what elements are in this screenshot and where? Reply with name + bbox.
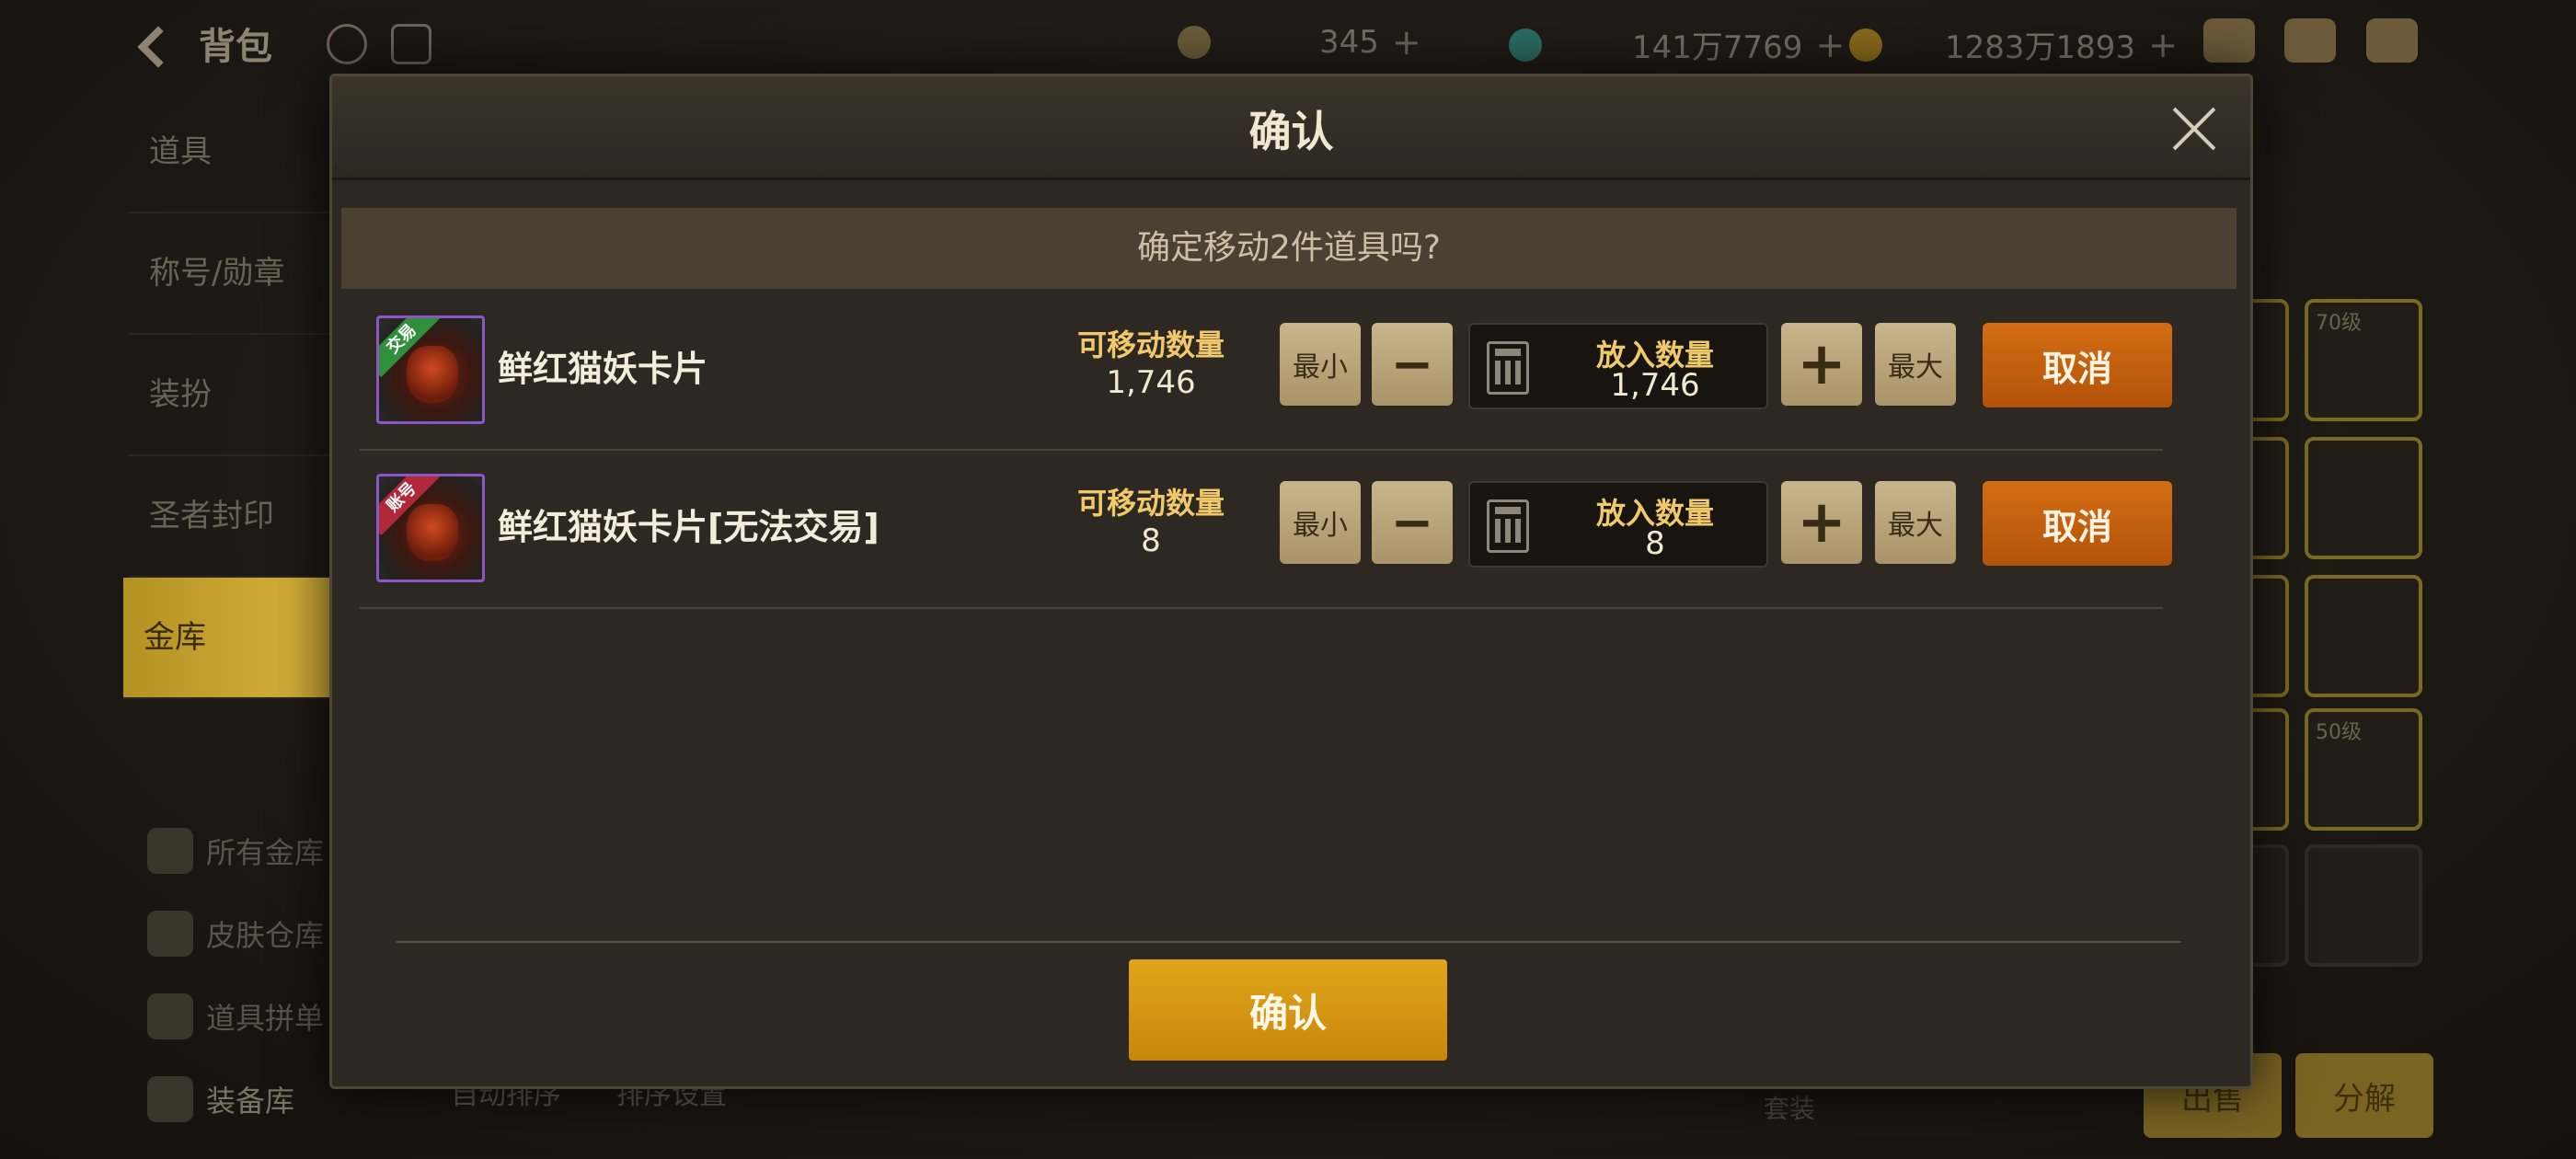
screen-title: 背包 [199,26,272,68]
item-name: 鲜红猫妖卡片 [498,349,708,389]
plus-icon[interactable]: + [1815,25,1845,65]
skin-icon [147,911,193,957]
chat-icon[interactable] [2366,18,2418,63]
disassemble-button[interactable]: 分解 [2295,1053,2433,1138]
top-bar: 背包 345 + 141万7769 + 1283万1893 + [0,0,2576,85]
currency-2: 141万7769 + [1509,22,1845,67]
movable-quantity: 可移动数量 1,746 [1059,322,1243,401]
increment-button[interactable]: + [1781,481,1862,564]
side-item-seal[interactable]: 圣者封印 [129,456,331,578]
currency-1: 345 + [1178,22,1421,63]
increment-button[interactable]: + [1781,323,1862,406]
sub-item-all-vaults[interactable]: 所有金库 [147,809,324,892]
item-row: 账号 鲜红猫妖卡片[无法交易] 可移动数量 8 最小 − 放入数量 8 + 最大… [360,451,2172,609]
confirm-button[interactable]: 确认 [1129,959,1447,1061]
moon-coin-icon [1178,26,1211,59]
card-item-icon: 账号 [376,474,485,582]
crystal-icon [1509,28,1542,62]
sub-item-skin-vault[interactable]: 皮肤仓库 [147,892,324,975]
plus-icon[interactable]: + [1392,22,1421,63]
bag-icon[interactable] [2203,18,2255,63]
inventory-slot[interactable]: 50级 [2305,708,2422,831]
sub-item-item-vault[interactable]: 道具拼单 [147,975,324,1058]
vault-icon [147,828,193,874]
cancel-button[interactable]: 取消 [1983,323,2172,407]
sub-item-equipment-vault[interactable]: 装备库 [147,1058,324,1141]
calculator-icon[interactable] [1487,341,1529,395]
cancel-button[interactable]: 取消 [1983,481,2172,566]
dialog-question: 确定移动2件道具吗? [341,208,2237,289]
quantity-input[interactable]: 放入数量 8 [1468,481,1768,568]
max-button[interactable]: 最大 [1875,323,1956,406]
quantity-input[interactable]: 放入数量 1,746 [1468,323,1768,409]
currency-3: 1283万1893 + [1849,22,2178,67]
side-menu: 道具 称号/勋章 装扮 圣者封印 金库 [123,92,331,699]
back-arrow-icon [138,21,182,65]
back-button[interactable]: 背包 [138,17,272,70]
currency-value: 345 [1319,24,1379,61]
mail-icon[interactable] [2284,18,2336,63]
movable-quantity-value: 8 [1141,522,1161,559]
currency-value: 141万7769 [1632,29,1803,66]
cat-demon-portrait-icon [407,504,458,561]
min-button[interactable]: 最小 [1280,481,1361,564]
filter-dropdown[interactable]: 套装 [1743,1084,1975,1135]
side-item-costume[interactable]: 装扮 [129,335,331,456]
min-button[interactable]: 最小 [1280,323,1361,406]
inventory-slot[interactable] [2305,575,2422,697]
inventory-slot[interactable] [2305,844,2422,967]
item-row: 交易 鲜红猫妖卡片 可移动数量 1,746 最小 − 放入数量 1,746 + … [360,293,2172,451]
movable-quantity-value: 1,746 [1106,364,1196,401]
plus-icon[interactable]: + [2148,25,2178,65]
confirm-dialog: 确认 确定移动2件道具吗? 交易 鲜红猫妖卡片 可移动数量 1,746 最小 −… [329,74,2253,1089]
help-icon[interactable] [327,24,367,64]
decrement-button[interactable]: − [1372,323,1453,406]
inventory-slot[interactable]: 70级 [2305,299,2422,421]
decrement-button[interactable]: − [1372,481,1453,564]
quantity-value: 1,746 [1610,367,1700,404]
item-name: 鲜红猫妖卡片[无法交易] [498,507,880,547]
dialog-title: 确认 [1248,107,1334,156]
card-item-icon: 交易 [376,316,485,424]
side-item-items[interactable]: 道具 [129,92,331,213]
side-item-titles[interactable]: 称号/勋章 [129,213,331,335]
movable-quantity: 可移动数量 8 [1059,480,1243,559]
dialog-header: 确认 [332,76,2250,180]
currency-value: 1283万1893 [1945,29,2136,66]
side-item-vault[interactable]: 金库 [123,578,331,699]
inventory-slot[interactable] [2305,437,2422,559]
footer-divider [397,941,2181,943]
calendar-icon[interactable] [391,24,431,64]
gold-coin-icon [1849,28,1882,62]
calculator-icon[interactable] [1487,499,1529,553]
quantity-value: 8 [1645,525,1665,562]
item-icon [147,993,193,1039]
cat-demon-portrait-icon [407,346,458,403]
max-button[interactable]: 最大 [1875,481,1956,564]
equipment-icon [147,1076,193,1122]
vault-sub-menu: 所有金库 皮肤仓库 道具拼单 装备库 [147,809,324,1141]
close-icon[interactable] [2169,104,2219,154]
